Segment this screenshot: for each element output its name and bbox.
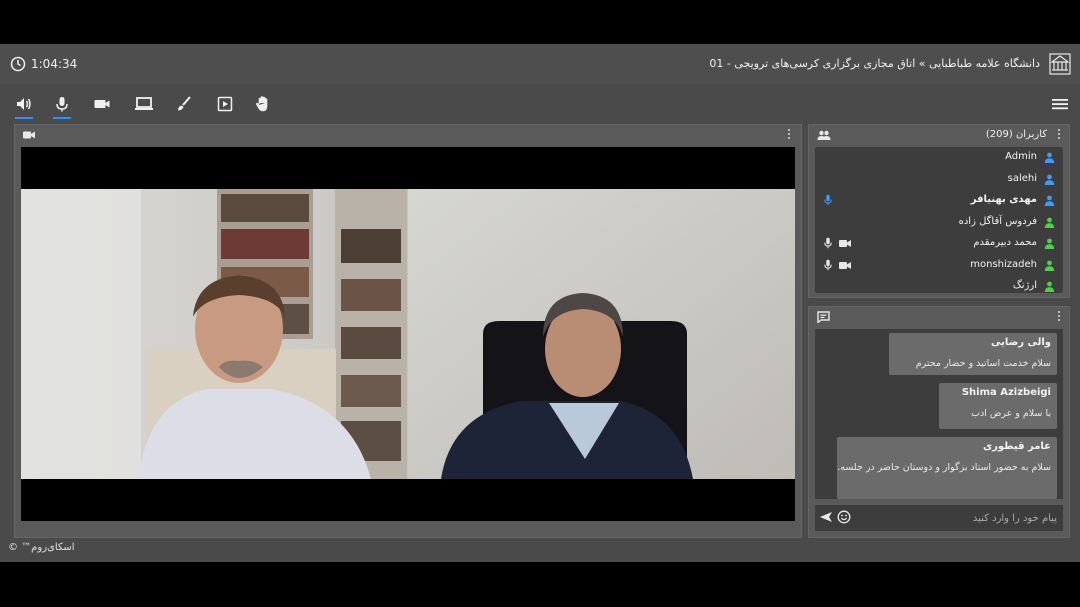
- camera-button[interactable]: [90, 92, 114, 116]
- chat-message: عامر قیطوری سلام به حضور استاد بزگوار و …: [837, 437, 1057, 499]
- users-count-title: کاربران (209): [985, 129, 1047, 140]
- user-row[interactable]: monshizadeh: [815, 255, 1063, 277]
- media-player-icon: [217, 96, 233, 112]
- camera-icon: [94, 100, 110, 108]
- video-feed-image: [21, 189, 795, 479]
- user-row[interactable]: مهدی بهنیافر: [815, 190, 1063, 212]
- chat-message-input[interactable]: [857, 508, 1057, 528]
- user-row[interactable]: ارژنگ: [815, 276, 1063, 293]
- session-timer: 1:04:34: [10, 56, 77, 72]
- university-logo-icon: [1049, 53, 1071, 75]
- skyroom-brand: اسکای‌روم™ ©: [8, 542, 75, 553]
- hamburger-menu-icon[interactable]: [1050, 94, 1070, 114]
- raise-hand-icon: [256, 96, 268, 112]
- message-text: سلام به حضور استاد بزگوار و دوستان حاضر …: [837, 462, 1051, 473]
- video-panel: [14, 124, 802, 538]
- message-text: با سلام و عرض ادب: [971, 408, 1051, 419]
- title-bar: 1:04:34 دانشگاه علامه طباطبایی » اتاق مج…: [0, 44, 1080, 84]
- message-author: عامر قیطوری: [982, 441, 1051, 452]
- video-panel-menu-icon[interactable]: [787, 129, 791, 141]
- toolbar: [0, 88, 1080, 120]
- user-row[interactable]: Admin: [815, 147, 1063, 169]
- video-panel-header: [15, 125, 801, 145]
- message-text: سلام خدمت اساتید و حضار محترم: [915, 358, 1051, 369]
- user-person-icon: [1044, 195, 1055, 206]
- screen-share-button[interactable]: [132, 92, 156, 116]
- timer-text: 1:04:34: [31, 57, 78, 71]
- user-camera-icon: [839, 240, 851, 247]
- chat-panel: والی رضایی سلام خدمت اساتید و حضار محترم…: [808, 306, 1070, 538]
- users-panel-menu-icon[interactable]: [1057, 129, 1061, 141]
- message-author: Shima Azizbeigi: [961, 387, 1051, 398]
- user-name: فردوس آقاگل زاده: [958, 215, 1037, 227]
- emoji-icon[interactable]: [837, 510, 851, 524]
- user-person-icon: [1044, 174, 1055, 185]
- chat-panel-header: [809, 307, 1069, 327]
- media-player-button[interactable]: [213, 92, 237, 116]
- chat-messages: والی رضایی سلام خدمت اساتید و حضار محترم…: [815, 329, 1063, 499]
- message-author: والی رضایی: [990, 337, 1051, 348]
- user-name: ارژنگ: [1012, 280, 1037, 291]
- user-person-icon: [1044, 217, 1055, 228]
- raise-hand-button[interactable]: [251, 92, 275, 116]
- chat-message: Shima Azizbeigi با سلام و عرض ادب: [939, 383, 1057, 429]
- screen-share-icon: [135, 97, 153, 110]
- microphone-button[interactable]: [50, 92, 74, 119]
- user-person-icon: [1044, 260, 1055, 271]
- user-row[interactable]: salehi: [815, 169, 1063, 191]
- user-name: محمد دبیرمقدم: [973, 237, 1037, 248]
- whiteboard-brush-icon: [178, 96, 191, 111]
- user-microphone-icon: [824, 237, 832, 249]
- user-name: monshizadeh: [970, 258, 1037, 270]
- chat-input-bar: [815, 505, 1063, 531]
- chat-bubble-icon: [817, 311, 830, 323]
- user-person-icon: [1044, 281, 1055, 292]
- speaker-button[interactable]: [12, 92, 36, 119]
- user-person-icon: [1044, 152, 1055, 163]
- user-name: مهدی بهنیافر: [970, 194, 1037, 205]
- user-microphone-icon: [824, 259, 832, 270]
- users-list: Admin salehi مهدی بهنیافر فردوس آقاگل زاده م…: [815, 147, 1063, 293]
- whiteboard-button[interactable]: [172, 92, 196, 116]
- user-row[interactable]: محمد دبیرمقدم: [815, 233, 1063, 255]
- send-icon[interactable]: [819, 511, 833, 523]
- chat-panel-menu-icon[interactable]: [1057, 311, 1061, 323]
- user-row[interactable]: فردوس آقاگل زاده: [815, 212, 1063, 234]
- room-title: دانشگاه علامه طباطبایی » اتاق مجازی برگز…: [709, 57, 1040, 70]
- users-group-icon: [817, 130, 831, 140]
- skyroom-app: 1:04:34 دانشگاه علامه طباطبایی » اتاق مج…: [0, 44, 1080, 562]
- speaker-icon: [17, 98, 31, 110]
- users-panel-header: کاربران (209): [809, 125, 1069, 145]
- chat-message: والی رضایی سلام خدمت اساتید و حضار محترم: [889, 333, 1057, 375]
- user-person-icon: [1044, 238, 1055, 249]
- user-name: salehi: [1007, 172, 1037, 184]
- microphone-icon: [56, 97, 68, 112]
- clock-icon: [10, 56, 26, 72]
- user-name: Admin: [1005, 151, 1037, 162]
- video-camera-icon: [23, 131, 35, 139]
- user-camera-icon: [839, 261, 851, 269]
- users-panel: کاربران (209) Admin salehi مهدی بهنیافر فرد…: [808, 124, 1070, 298]
- user-microphone-icon: [824, 194, 832, 206]
- video-stream: [21, 147, 795, 521]
